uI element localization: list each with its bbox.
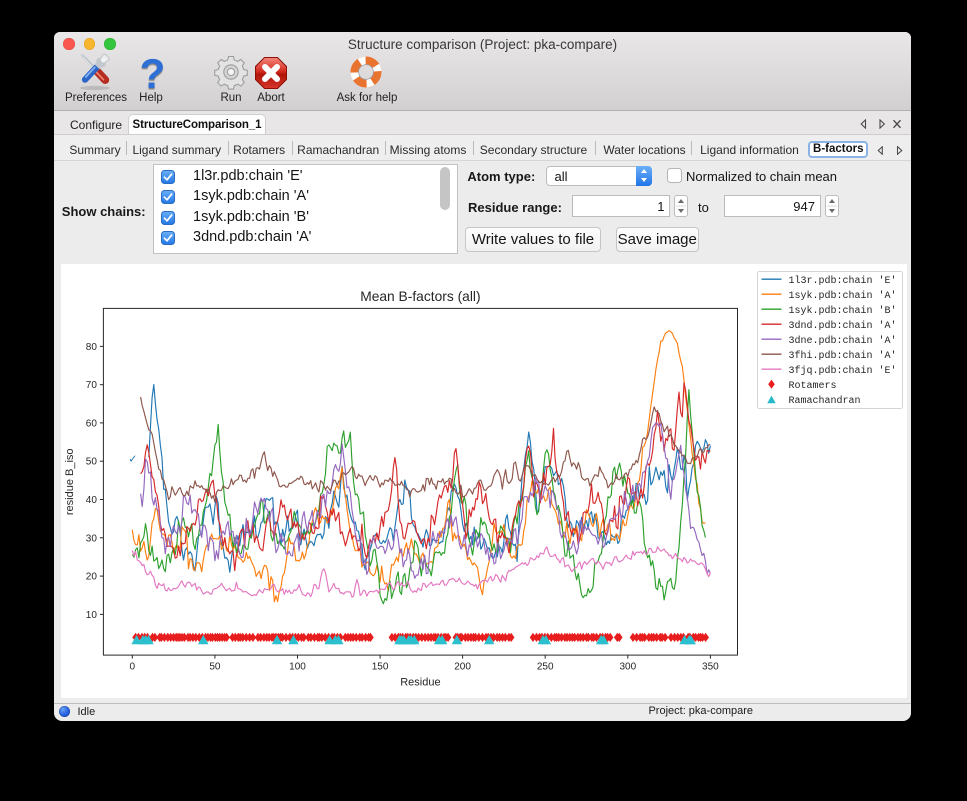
svg-text:200: 200 — [454, 662, 471, 673]
svg-text:residue B_iso: residue B_iso — [64, 448, 76, 515]
svg-text:3fjq.pdb:chain 'E': 3fjq.pdb:chain 'E' — [789, 364, 897, 376]
svg-text:350: 350 — [702, 662, 719, 673]
svg-text:Ramachandran: Ramachandran — [789, 394, 861, 406]
svg-text:3dnd.pdb:chain 'A': 3dnd.pdb:chain 'A' — [789, 319, 897, 331]
svg-text:Rotamers: Rotamers — [789, 380, 837, 391]
svg-text:30: 30 — [86, 533, 98, 544]
svg-text:70: 70 — [86, 380, 98, 391]
svg-text:300: 300 — [619, 662, 636, 673]
svg-text:1syk.pdb:chain 'B': 1syk.pdb:chain 'B' — [789, 304, 897, 316]
svg-text:Residue: Residue — [400, 677, 440, 689]
svg-text:✓: ✓ — [128, 453, 137, 465]
svg-text:80: 80 — [86, 342, 98, 353]
svg-text:3fhi.pdb:chain 'A': 3fhi.pdb:chain 'A' — [789, 349, 897, 361]
svg-text:250: 250 — [537, 662, 554, 673]
svg-text:1syk.pdb:chain 'A': 1syk.pdb:chain 'A' — [789, 289, 897, 301]
svg-text:50: 50 — [209, 662, 221, 673]
svg-text:40: 40 — [86, 495, 98, 506]
svg-text:0: 0 — [130, 662, 136, 673]
svg-text:20: 20 — [86, 572, 98, 583]
svg-text:50: 50 — [86, 457, 98, 468]
svg-text:Mean B-factors (all): Mean B-factors (all) — [360, 289, 480, 304]
svg-text:10: 10 — [86, 610, 98, 621]
svg-text:3dne.pdb:chain 'A': 3dne.pdb:chain 'A' — [789, 334, 897, 346]
svg-text:100: 100 — [289, 662, 306, 673]
svg-text:1l3r.pdb:chain 'E': 1l3r.pdb:chain 'E' — [789, 274, 897, 286]
svg-text:60: 60 — [86, 418, 98, 429]
svg-text:150: 150 — [372, 662, 389, 673]
